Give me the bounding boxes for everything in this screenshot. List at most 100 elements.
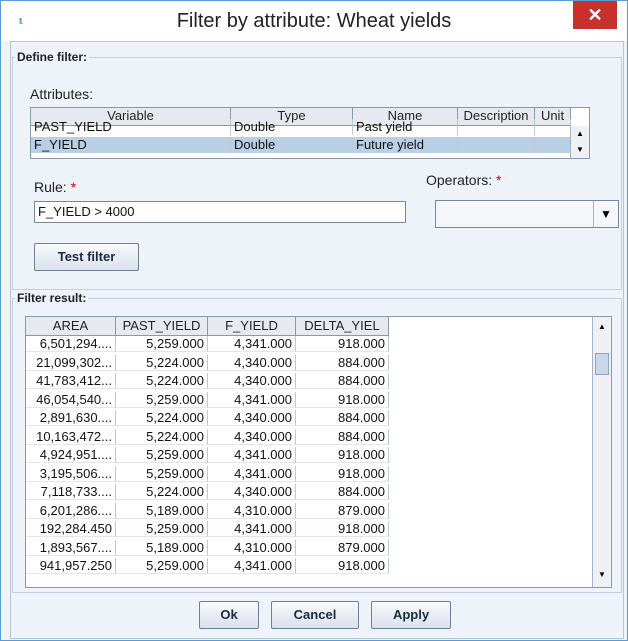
attr-unit — [535, 137, 571, 153]
test-filter-button[interactable]: Test filter — [34, 243, 139, 271]
table-row[interactable]: 2,891,630.... 5,224.000 4,340.000 884.000 — [26, 410, 389, 426]
result-table-header: AREA PAST_YIELD F_YIELD DELTA_YIEL — [26, 317, 389, 336]
scroll-up-icon[interactable]: ▲ — [571, 126, 589, 142]
scroll-up-icon[interactable]: ▲ — [593, 319, 611, 335]
table-cell: 5,224.000 — [116, 354, 208, 371]
table-row[interactable]: 46,054,540... 5,259.000 4,341.000 918.000 — [26, 391, 389, 408]
table-cell: 4,340.000 — [208, 373, 296, 389]
table-cell: 941,957.250 — [26, 558, 116, 574]
table-cell: 4,310.000 — [208, 502, 296, 519]
table-cell: 5,189.000 — [116, 502, 208, 519]
table-row[interactable]: 4,924,951.... 5,259.000 4,341.000 918.000 — [26, 447, 389, 463]
table-cell: 5,224.000 — [116, 373, 208, 389]
attr-description — [458, 137, 535, 153]
attribute-row-past-yield[interactable]: PAST_YIELD Double Past yield — [31, 119, 571, 135]
table-cell: 884.000 — [296, 428, 389, 445]
table-cell: 4,340.000 — [208, 410, 296, 426]
table-cell: 41,783,412... — [26, 373, 116, 389]
attr-name: Past yield — [353, 119, 458, 135]
operators-dropdown[interactable]: ▼ — [435, 200, 619, 228]
col-area[interactable]: AREA — [26, 317, 116, 335]
attributes-table[interactable]: Variable Type Name Description Unit PAST… — [30, 107, 590, 159]
attr-name: Future yield — [353, 137, 458, 153]
table-cell: 46,054,540... — [26, 391, 116, 408]
table-cell: 4,340.000 — [208, 354, 296, 371]
rule-label-text: Rule: — [34, 179, 67, 195]
result-table[interactable]: AREA PAST_YIELD F_YIELD DELTA_YIEL 6,501… — [25, 316, 612, 588]
rule-input[interactable] — [34, 201, 406, 223]
table-row[interactable]: 3,195,506.... 5,259.000 4,341.000 918.000 — [26, 465, 389, 482]
scroll-down-icon[interactable]: ▼ — [593, 567, 611, 583]
table-cell: 884.000 — [296, 484, 389, 500]
table-cell: 4,340.000 — [208, 428, 296, 445]
table-cell: 5,224.000 — [116, 428, 208, 445]
attr-unit — [535, 119, 571, 135]
table-cell: 5,224.000 — [116, 410, 208, 426]
scroll-down-icon[interactable]: ▼ — [571, 142, 589, 158]
table-cell: 918.000 — [296, 465, 389, 482]
table-cell: 6,501,294.... — [26, 336, 116, 352]
table-cell: 1,893,567.... — [26, 539, 116, 556]
table-row[interactable]: 41,783,412... 5,224.000 4,340.000 884.000 — [26, 373, 389, 389]
close-button[interactable]: ✕ — [573, 1, 617, 29]
rule-label: Rule: * — [34, 179, 76, 195]
table-row[interactable]: 6,201,286.... 5,189.000 4,310.000 879.000 — [26, 502, 389, 519]
table-cell: 884.000 — [296, 410, 389, 426]
chevron-down-icon[interactable]: ▼ — [593, 201, 618, 227]
attr-variable: F_YIELD — [31, 137, 231, 153]
table-cell: 4,924,951.... — [26, 447, 116, 463]
title-bar[interactable]: fl. Filter by attribute: Wheat yields ✕ — [1, 1, 627, 41]
attribute-row-f-yield[interactable]: F_YIELD Double Future yield — [31, 137, 571, 153]
table-cell: 5,259.000 — [116, 558, 208, 574]
cancel-button[interactable]: Cancel — [271, 601, 359, 629]
table-cell: 884.000 — [296, 373, 389, 389]
window-title: Filter by attribute: Wheat yields — [176, 10, 452, 32]
table-row[interactable]: 941,957.250 5,259.000 4,341.000 918.000 — [26, 558, 389, 574]
apply-button[interactable]: Apply — [371, 601, 451, 629]
table-cell: 5,259.000 — [116, 336, 208, 352]
filter-dialog: fl. Filter by attribute: Wheat yields ✕ … — [0, 0, 628, 641]
table-row[interactable]: 192,284.450 5,259.000 4,341.000 918.000 — [26, 521, 389, 537]
result-scrollbar[interactable]: ▲ ▼ — [592, 317, 611, 587]
col-f-yield[interactable]: F_YIELD — [208, 317, 296, 335]
required-marker: * — [70, 179, 77, 195]
table-row[interactable]: 6,501,294.... 5,259.000 4,341.000 918.000 — [26, 336, 389, 352]
table-cell: 4,341.000 — [208, 447, 296, 463]
table-cell: 5,259.000 — [116, 465, 208, 482]
table-cell: 5,189.000 — [116, 539, 208, 556]
table-cell: 5,259.000 — [116, 447, 208, 463]
table-cell: 879.000 — [296, 539, 389, 556]
table-cell: 5,259.000 — [116, 521, 208, 537]
table-cell: 918.000 — [296, 447, 389, 463]
scroll-thumb[interactable] — [595, 353, 609, 375]
table-cell: 5,224.000 — [116, 484, 208, 500]
table-cell: 918.000 — [296, 558, 389, 574]
table-cell: 10,163,472... — [26, 428, 116, 445]
table-cell: 7,118,733.... — [26, 484, 116, 500]
attr-type: Double — [231, 137, 353, 153]
attr-type: Double — [231, 119, 353, 135]
table-cell: 3,195,506.... — [26, 465, 116, 482]
table-row[interactable]: 10,163,472... 5,224.000 4,340.000 884.000 — [26, 428, 389, 445]
table-cell: 879.000 — [296, 502, 389, 519]
attributes-scrollbar[interactable]: ▲ ▼ — [570, 126, 589, 158]
table-cell: 21,099,302... — [26, 354, 116, 371]
table-cell: 918.000 — [296, 391, 389, 408]
table-row[interactable]: 7,118,733.... 5,224.000 4,340.000 884.000 — [26, 484, 389, 500]
col-past-yield[interactable]: PAST_YIELD — [116, 317, 208, 335]
table-row[interactable]: 21,099,302... 5,224.000 4,340.000 884.000 — [26, 354, 389, 371]
table-cell: 192,284.450 — [26, 521, 116, 537]
ok-button[interactable]: Ok — [199, 601, 259, 629]
table-cell: 4,341.000 — [208, 391, 296, 408]
table-cell: 918.000 — [296, 521, 389, 537]
table-cell: 4,340.000 — [208, 484, 296, 500]
table-cell: 2,891,630.... — [26, 410, 116, 426]
table-cell: 6,201,286.... — [26, 502, 116, 519]
operators-label: Operators: * — [426, 172, 501, 188]
required-marker: * — [496, 172, 502, 188]
table-cell: 4,341.000 — [208, 336, 296, 352]
table-cell: 4,310.000 — [208, 539, 296, 556]
table-row[interactable]: 1,893,567.... 5,189.000 4,310.000 879.000 — [26, 539, 389, 556]
col-delta-yield[interactable]: DELTA_YIEL — [296, 317, 389, 335]
table-cell: 4,341.000 — [208, 465, 296, 482]
